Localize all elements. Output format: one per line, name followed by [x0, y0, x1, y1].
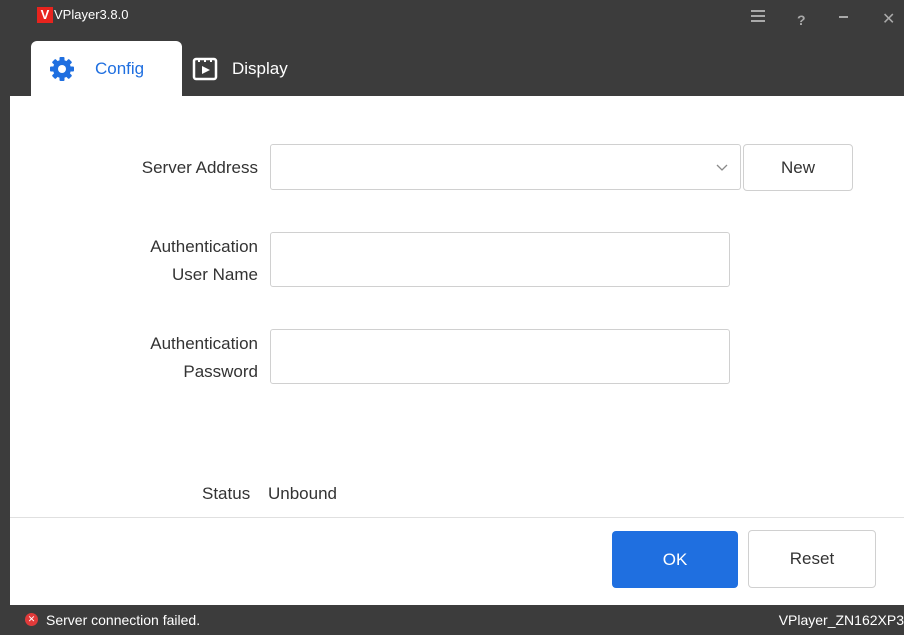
connection-status-text: Server connection failed.	[46, 612, 201, 628]
password-label-line1: Authentication	[150, 334, 258, 353]
new-server-button[interactable]: New	[743, 144, 853, 191]
app-window: V VPlayer3.8.0 ? ✕ Config Display Server…	[10, 0, 904, 635]
status-value: Unbound	[268, 484, 338, 503]
chevron-down-icon[interactable]	[716, 161, 728, 173]
app-title: VPlayer3.8.0	[54, 7, 129, 22]
username-field[interactable]	[270, 232, 730, 287]
password-input[interactable]	[271, 330, 729, 383]
divider	[10, 517, 904, 518]
tab-display-label: Display	[232, 59, 288, 78]
close-icon[interactable]: ✕	[882, 10, 895, 30]
ok-button[interactable]: OK	[612, 531, 738, 588]
password-label-box: Authentication Password	[50, 331, 258, 381]
status-label: Status	[202, 484, 251, 503]
server-address-label-box: Server Address	[50, 155, 258, 180]
device-name: VPlayer_ZN162XP3	[778, 612, 904, 628]
error-icon: ✕	[25, 613, 38, 626]
password-label-line2: Password	[183, 362, 258, 381]
status-bar: ✕ Server connection failed. VPlayer_ZN16…	[10, 605, 904, 635]
server-address-label: Server Address	[141, 158, 258, 177]
display-icon	[192, 57, 218, 81]
server-address-input[interactable]	[271, 145, 740, 189]
title-bar: V VPlayer3.8.0 ? ✕ Config Display	[10, 0, 904, 96]
username-label-line2: User Name	[172, 265, 258, 284]
tab-config-label: Config	[95, 59, 145, 78]
reset-button[interactable]: Reset	[748, 530, 876, 588]
tab-display[interactable]: Display	[192, 41, 332, 96]
menu-icon[interactable]	[751, 10, 765, 25]
username-label-line1: Authentication	[150, 237, 258, 256]
username-label-box: Authentication User Name	[50, 234, 258, 284]
window-left-edge	[0, 0, 10, 635]
minimize-icon[interactable]	[839, 16, 848, 18]
gear-icon	[50, 57, 74, 81]
password-field[interactable]	[270, 329, 730, 384]
app-logo: V	[37, 7, 53, 23]
server-address-combobox[interactable]	[270, 144, 741, 190]
username-input[interactable]	[271, 233, 729, 286]
help-icon[interactable]: ?	[797, 10, 806, 30]
tab-config[interactable]: Config	[31, 41, 182, 96]
